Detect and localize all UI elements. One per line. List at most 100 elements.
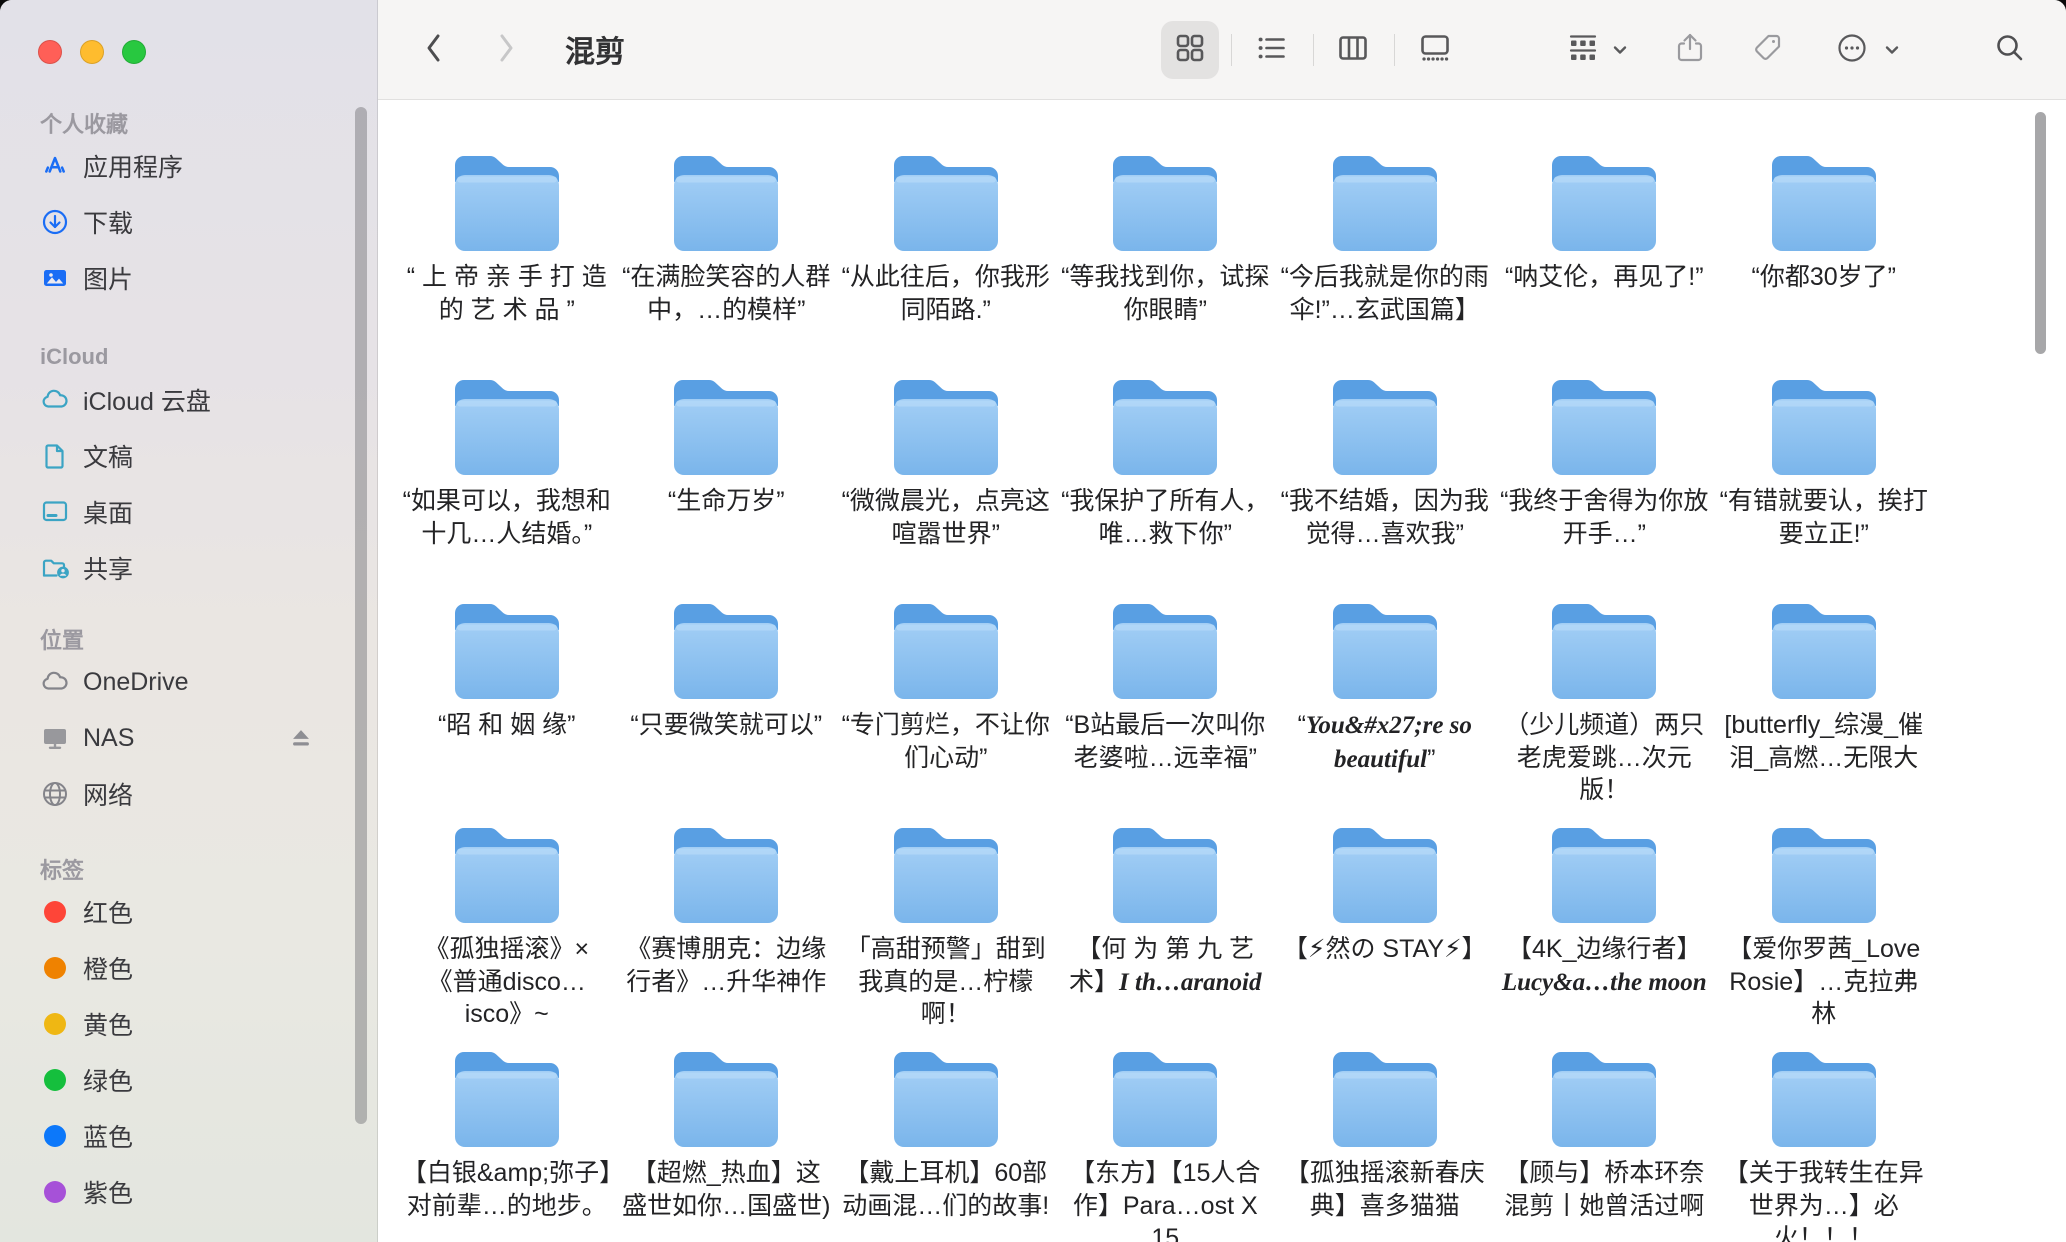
close-window-button[interactable] [38,40,62,64]
group-button[interactable] [1560,21,1606,79]
sidebar-item-documents[interactable]: 文稿 [0,428,377,484]
sidebar-item-label: 蓝色 [83,1118,133,1154]
folder-icon [1544,820,1664,923]
more-actions-button[interactable] [1829,21,1875,79]
folder-item[interactable]: 【白银&amp;弥子】对前辈…的地步。 [397,1044,617,1242]
folder-icon [1764,372,1884,475]
gallery-view-icon [1418,31,1452,70]
folder-item[interactable]: 【何 为 第 九 艺 术】I th…aranoid [1056,820,1276,1044]
folder-item[interactable]: 【东方】【15人合作】Para…ost X 15 [1056,1044,1276,1242]
folder-item[interactable]: （少儿频道）两只老虎爱跳…次元版！ [1495,596,1715,820]
folder-item[interactable]: “有错就要认，挨打要立正!” [1714,372,1934,596]
folder-label: 【何 为 第 九 艺 术】I th…aranoid [1060,933,1270,999]
folder-item[interactable]: 【孤独摇滚新春庆典】喜多猫猫 [1275,1044,1495,1242]
icon-view-button[interactable] [1161,21,1219,79]
toolbar: 混剪 [378,0,2066,100]
folder-label: “微微晨光，点亮这喧嚣世界” [841,485,1051,550]
folder-item[interactable]: 《赛博朋克：边缘行者》…升华神作 [617,820,837,1044]
folder-label: “如果可以，我想和十几…人结婚。” [402,485,612,550]
sidebar-item-label: 绿色 [83,1062,133,1098]
folder-item[interactable]: “ 上 帝 亲 手 打 造 的 艺 术 品 ” [397,148,617,372]
back-button[interactable] [414,28,454,72]
sidebar-item-pictures[interactable]: 图片 [0,250,377,306]
folder-item[interactable]: “在满脸笑容的人群中，…的模样” [617,148,837,372]
folder-icon [447,372,567,475]
folder-item[interactable]: “B站最后一次叫你老婆啦…远幸福” [1056,596,1276,820]
search-button[interactable] [1987,21,2033,79]
folder-item[interactable]: 【4K_边缘行者】Lucy&a…the moon [1495,820,1715,1044]
folder-label: “等我找到你，试探你眼睛” [1060,261,1270,326]
folder-item[interactable]: 《孤独摇滚》×《普通disco…isco》~ [397,820,617,1044]
sidebar-section-title: 标签 [0,854,377,884]
tag-dot-icon [44,1181,66,1203]
sidebar-item-nas[interactable]: NAS [0,710,377,766]
sidebar-item-desktop[interactable]: 桌面 [0,484,377,540]
sidebar-section-title: 个人收藏 [0,108,377,138]
folder-item[interactable]: “You&#x27;re so beautiful” [1275,596,1495,820]
folder-item[interactable]: “呐艾伦，再见了!” [1495,148,1715,372]
minimize-window-button[interactable] [80,40,104,64]
eject-icon[interactable] [287,724,315,752]
folder-item[interactable]: “我保护了所有人，唯…救下你” [1056,372,1276,596]
toolbar-separator [1231,34,1232,66]
sidebar-section: 个人收藏应用程序下载图片 [0,108,377,306]
folder-icon [1544,372,1664,475]
folder-label: 《赛博朋克：边缘行者》…升华神作 [621,933,831,998]
sidebar-section-title: iCloud [0,342,377,372]
folder-label: “我不结婚，因为我觉得…喜欢我” [1280,485,1490,550]
folder-item[interactable]: “等我找到你，试探你眼睛” [1056,148,1276,372]
tag-dot-icon [44,1125,66,1147]
folder-item[interactable]: 【戴上耳机】60部动画混…们的故事! [836,1044,1056,1242]
sidebar-item-onedrive[interactable]: OneDrive [0,654,377,710]
folder-item[interactable]: “昭 和 姻 缘” [397,596,617,820]
sidebar-item-icloud-drive[interactable]: iCloud 云盘 [0,372,377,428]
folder-item[interactable]: “生命万岁” [617,372,837,596]
desktop-icon [40,497,70,527]
tags-button[interactable] [1744,21,1790,79]
folder-item[interactable]: 【关于我转生在异世界为…】必火！！！ [1714,1044,1934,1242]
folder-item[interactable]: “我终于舍得为你放开手…” [1495,372,1715,596]
folder-item[interactable]: “你都30岁了” [1714,148,1934,372]
folder-item[interactable]: 【顾与】桥本环奈混剪丨她曾活过啊 [1495,1044,1715,1242]
sidebar-item-network[interactable]: 网络 [0,766,377,822]
folder-icon [666,1044,786,1147]
column-view-button[interactable] [1324,21,1382,79]
content-scrollbar[interactable] [2035,112,2046,354]
fullscreen-window-button[interactable] [122,40,146,64]
folder-icon [1105,596,1225,699]
folder-item[interactable]: [butterfly_综漫_催泪_高燃…无限大 [1714,596,1934,820]
sidebar-item-tag-blue[interactable]: 蓝色 [0,1108,377,1164]
sidebar-item-label: 红色 [83,894,133,930]
folder-item[interactable]: “微微晨光，点亮这喧嚣世界” [836,372,1056,596]
folder-item[interactable]: 「高甜预警」甜到我真的是…柠檬啊！ [836,820,1056,1044]
tag-icon [1750,31,1784,70]
sidebar-item-shared[interactable]: 共享 [0,540,377,596]
sidebar-item-tag-orange[interactable]: 橙色 [0,940,377,996]
sidebar-item-applications[interactable]: 应用程序 [0,138,377,194]
folder-item[interactable]: “我不结婚，因为我觉得…喜欢我” [1275,372,1495,596]
folder-item[interactable]: “专门剪烂，不让你们心动” [836,596,1056,820]
folder-item[interactable]: 【超燃_热血】这盛世如你…国盛世) [617,1044,837,1242]
sidebar-item-tag-purple[interactable]: 紫色 [0,1164,377,1220]
folder-icon [1325,148,1445,251]
sidebar-item-downloads[interactable]: 下载 [0,194,377,250]
folder-icon [886,820,1006,923]
sidebar-item-tag-yellow[interactable]: 黄色 [0,996,377,1052]
sidebar-item-tag-green[interactable]: 绿色 [0,1052,377,1108]
folder-item[interactable]: “只要微笑就可以” [617,596,837,820]
list-view-button[interactable] [1243,21,1301,79]
forward-button[interactable] [486,28,526,72]
folder-item[interactable]: 【爱你罗茜_Love Rosie】…克拉弗林 [1714,820,1934,1044]
share-icon [1673,31,1707,70]
share-button[interactable] [1667,21,1713,79]
appstore-icon [40,151,70,181]
folder-item[interactable]: 【⚡然の STAY⚡】 [1275,820,1495,1044]
folder-label: 【白银&amp;弥子】对前辈…的地步。 [402,1157,612,1222]
gallery-view-button[interactable] [1406,21,1464,79]
folder-icon [1105,148,1225,251]
sidebar-item-tag-red[interactable]: 红色 [0,884,377,940]
folder-item[interactable]: “如果可以，我想和十几…人结婚。” [397,372,617,596]
folder-item[interactable]: “从此往后，你我形同陌路.” [836,148,1056,372]
folder-item[interactable]: “今后我就是你的雨伞!”…玄武国篇】 [1275,148,1495,372]
sidebar-scrollbar[interactable] [355,107,367,1124]
